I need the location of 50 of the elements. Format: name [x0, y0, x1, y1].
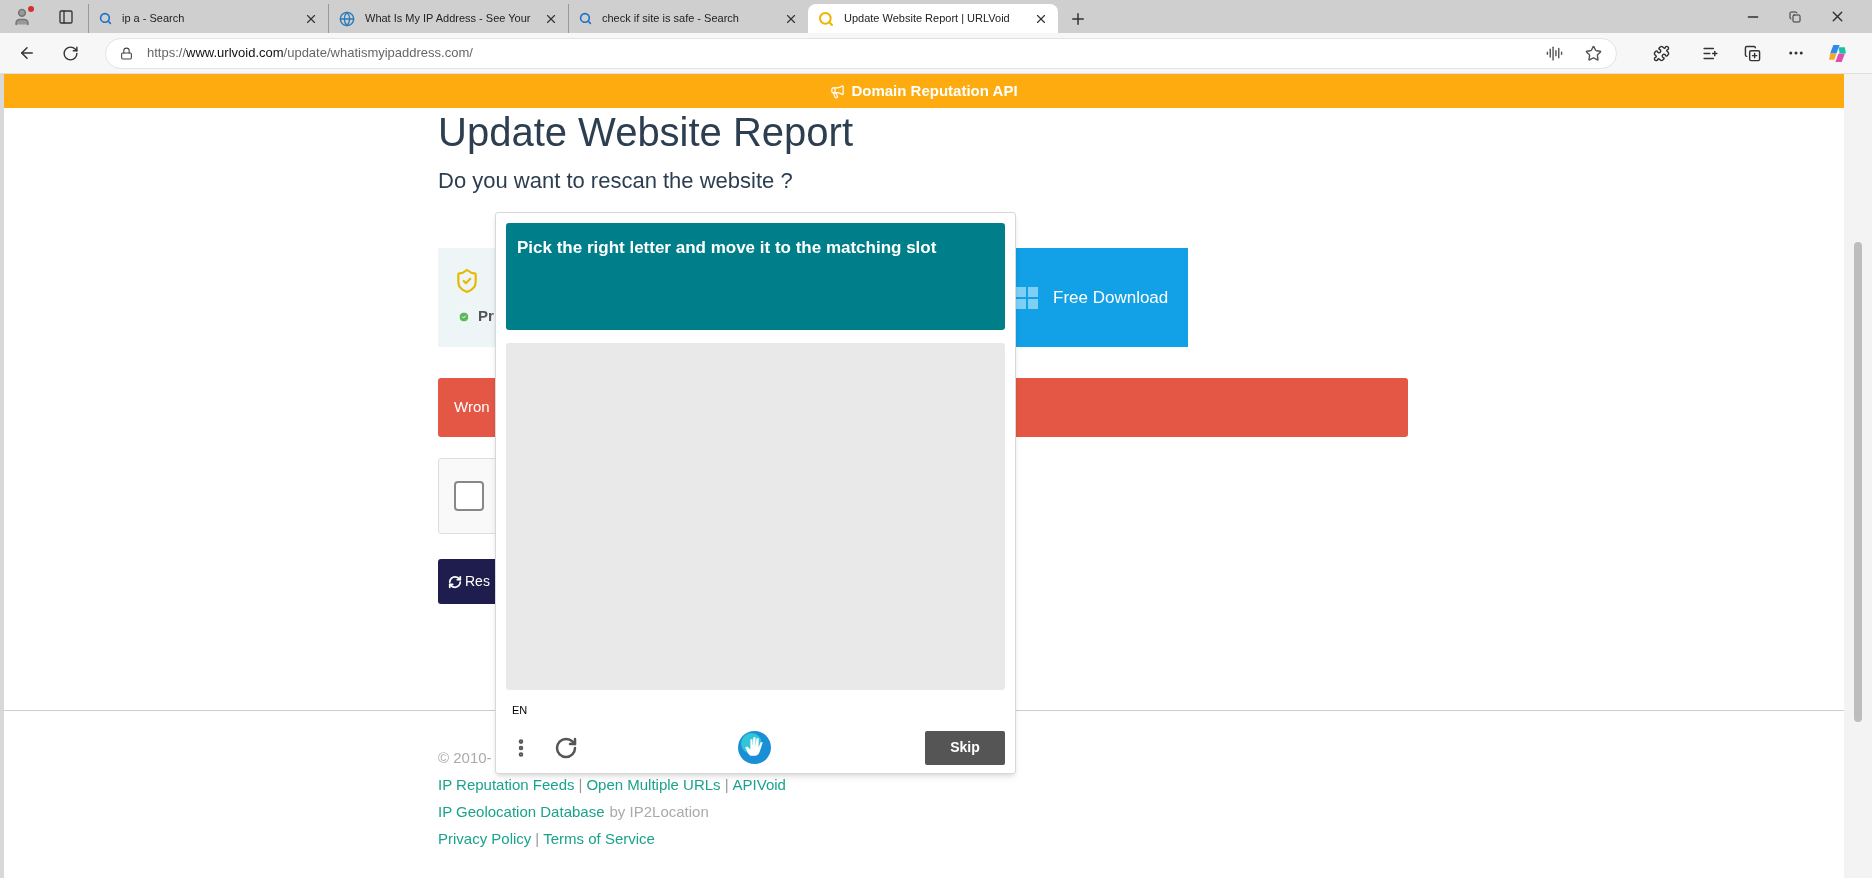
checkbox[interactable]: [454, 481, 484, 511]
separator: |: [578, 775, 583, 795]
page-title: Update Website Report: [438, 109, 855, 156]
footer-link[interactable]: Privacy Policy: [438, 825, 532, 852]
status-text: Pr: [478, 306, 494, 327]
copyright-text: © 2010-: [438, 748, 492, 768]
browser-tab[interactable]: Update Website Report | URLVoid: [808, 4, 1058, 33]
search-icon: [818, 10, 834, 27]
footer-link[interactable]: IP Geolocation Database: [438, 798, 605, 825]
banner-text: Domain Reputation API: [851, 80, 1018, 101]
url-text: https://www.urlvoid.com/update/whatismyipaddress.com/: [147, 44, 473, 63]
search-icon: [579, 12, 592, 25]
page-subtitle: Do you want to rescan the website ?: [438, 167, 794, 195]
attribution-text: by IP2Location: [609, 802, 709, 822]
copilot-icon[interactable]: [1827, 42, 1848, 64]
reload-icon[interactable]: [554, 735, 578, 760]
extensions-icon[interactable]: [1653, 44, 1670, 62]
hand-logo-icon: [738, 731, 771, 764]
profile-icon[interactable]: [12, 6, 32, 27]
reload-icon[interactable]: [62, 44, 79, 62]
tab-title: What Is My IP Address - See Your: [365, 11, 532, 27]
shield-check-icon: [454, 267, 480, 296]
globe-icon: [339, 10, 355, 27]
collections-icon[interactable]: [1744, 44, 1761, 62]
tab-title: ip a - Search: [122, 11, 186, 27]
announcement-banner[interactable]: Domain Reputation API: [4, 74, 1844, 108]
captcha-prompt: Pick the right letter and move it to the matching slot: [517, 237, 938, 259]
refresh-icon: [448, 574, 462, 589]
separator: |: [535, 829, 540, 849]
back-icon[interactable]: [18, 44, 36, 62]
restore-icon[interactable]: [1789, 10, 1801, 23]
windows-icon: [1015, 285, 1039, 310]
read-aloud-icon[interactable]: [1546, 44, 1563, 62]
address-field[interactable]: https://www.urlvoid.com/update/whatismyipaddress.com/: [105, 37, 1617, 69]
tab-title: Update Website Report | URLVoid: [844, 11, 1011, 27]
tab-title: check if site is safe - Search: [602, 11, 740, 27]
footer-link[interactable]: Open Multiple URLs: [586, 771, 721, 798]
language-label[interactable]: EN: [512, 702, 528, 719]
separator: |: [724, 775, 729, 795]
scrollbar[interactable]: [1844, 74, 1872, 878]
megaphone-icon: [830, 83, 846, 99]
skip-button[interactable]: Skip: [925, 730, 1005, 765]
footer-link[interactable]: Terms of Service: [543, 825, 655, 852]
lock-icon: [120, 46, 133, 60]
star-icon[interactable]: [1585, 44, 1602, 62]
search-icon: [99, 12, 112, 25]
footer-link[interactable]: APIVoid: [732, 771, 786, 798]
check-circle-icon: [458, 310, 470, 323]
footer-link[interactable]: IP Reputation Feeds: [438, 771, 575, 798]
tab-actions-icon[interactable]: [58, 8, 74, 25]
